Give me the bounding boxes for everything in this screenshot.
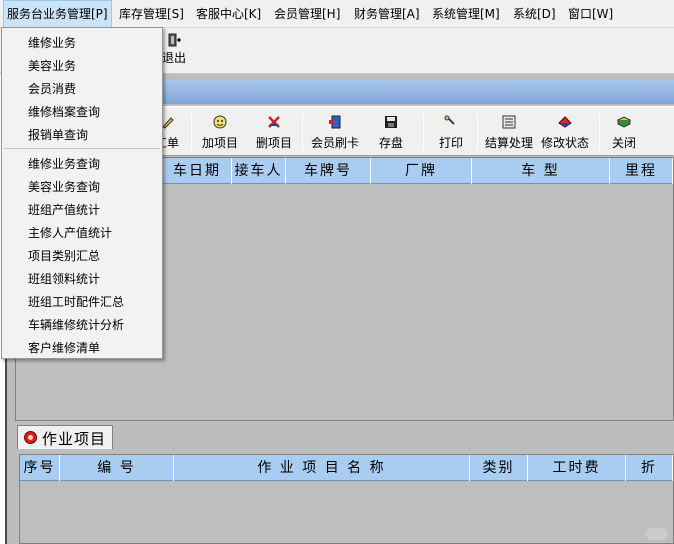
col-model[interactable]: 车 型 (472, 158, 610, 184)
menu-item-team-material-stats[interactable]: 班组领料统计 (28, 270, 100, 287)
status-icon (558, 116, 572, 128)
close-button[interactable]: 关闭 (604, 110, 644, 154)
menu-item-beauty-query[interactable]: 美容业务查询 (28, 178, 100, 195)
toolbar-separator (423, 113, 424, 151)
menu-item-claim-query[interactable]: 报销单查询 (28, 126, 88, 143)
change-status-label: 修改状态 (540, 136, 589, 150)
detail-grid-header: 序号 编 号 作 业 项 目 名 称 类别 工时费 折 (20, 455, 673, 481)
close-book-icon (616, 116, 632, 128)
member-card-button[interactable]: 会员刷卡 (307, 110, 363, 154)
menu-item-repair-business[interactable]: 维修业务 (28, 34, 76, 51)
menu-customer-service[interactable]: 客服中心[K] (193, 0, 264, 28)
settlement-button[interactable]: 结算处理 (481, 110, 537, 154)
menu-inventory[interactable]: 库存管理[S] (116, 0, 187, 28)
col-mileage[interactable]: 里程 (610, 158, 673, 184)
delete-x-icon (268, 116, 280, 128)
member-card-label: 会员刷卡 (310, 136, 359, 150)
toolbar-separator (191, 113, 192, 151)
menu-finance[interactable]: 财务管理[A] (351, 0, 423, 28)
toolbar-separator (599, 113, 600, 151)
close-label: 关闭 (611, 136, 636, 150)
watermark (646, 528, 668, 540)
menu-item-vehicle-repair-analysis[interactable]: 车辆维修统计分析 (28, 316, 124, 333)
menu-system[interactable]: 系统[D] (510, 0, 559, 28)
col-brand[interactable]: 厂牌 (371, 158, 472, 184)
tab-work-items[interactable]: 作业项目 (17, 425, 113, 449)
save-button[interactable]: 存盘 (371, 110, 411, 154)
tab-work-items-label: 作业项目 (42, 430, 107, 448)
menu-separator (4, 148, 160, 149)
print-icon (444, 115, 455, 125)
toolbar-separator (302, 113, 303, 151)
delete-item-button[interactable]: 删项目 (251, 110, 297, 154)
menu-item-team-output-stats[interactable]: 班组产值统计 (28, 201, 100, 218)
menu-item-beauty-business[interactable]: 美容业务 (28, 57, 76, 74)
menu-item-member-consumption[interactable]: 会员消费 (28, 80, 76, 97)
menu-window[interactable]: 窗口[W] (565, 0, 616, 28)
col-item-name[interactable]: 作 业 项 目 名 称 (174, 455, 470, 481)
col-labor-fee[interactable]: 工时费 (528, 455, 626, 481)
menu-item-repair-query[interactable]: 维修业务查询 (28, 155, 100, 172)
menu-system-management[interactable]: 系统管理[M] (429, 0, 503, 28)
add-item-button[interactable]: 加项目 (197, 110, 243, 154)
menu-item-category-summary[interactable]: 项目类别汇总 (28, 247, 100, 264)
settlement-label: 结算处理 (484, 136, 533, 150)
work-item-icon (24, 431, 37, 444)
menu-service-desk[interactable]: 服务台业务管理[P] (3, 0, 112, 28)
menu-member[interactable]: 会员管理[H] (271, 0, 343, 28)
add-item-label: 加项目 (201, 136, 238, 150)
col-receiver[interactable]: 接车人 (232, 158, 286, 184)
calculator-icon (502, 115, 516, 129)
col-plate-number[interactable]: 车牌号 (286, 158, 371, 184)
menu-item-lead-tech-output-stats[interactable]: 主修人产值统计 (28, 224, 112, 241)
save-label: 存盘 (378, 136, 403, 150)
col-code[interactable]: 编 号 (60, 455, 174, 481)
floppy-disk-icon (385, 116, 397, 128)
change-status-button[interactable]: 修改状态 (537, 110, 593, 154)
menu-item-team-hours-parts-summary[interactable]: 班组工时配件汇总 (28, 293, 124, 310)
col-category[interactable]: 类别 (470, 455, 528, 481)
exit-icon (168, 33, 181, 47)
add-item-icon (213, 115, 227, 129)
print-button[interactable]: 打印 (431, 110, 471, 154)
menu-bar: 服务台业务管理[P] 库存管理[S] 客服中心[K] 会员管理[H] 财务管理[… (0, 0, 674, 28)
col-discount[interactable]: 折 (626, 455, 673, 481)
col-seq[interactable]: 序号 (20, 455, 60, 481)
delete-item-label: 删项目 (255, 136, 292, 150)
service-desk-dropdown: 维修业务 美容业务 会员消费 维修档案查询 报销单查询 维修业务查询 美容业务查… (1, 27, 163, 359)
print-label: 打印 (438, 136, 463, 150)
card-icon (329, 115, 341, 129)
work-items-grid[interactable]: 序号 编 号 作 业 项 目 名 称 类别 工时费 折 (19, 454, 674, 544)
toolbar-separator (477, 113, 478, 151)
menu-item-repair-archive-query[interactable]: 维修档案查询 (28, 103, 100, 120)
menu-item-customer-repair-list[interactable]: 客户维修清单 (28, 339, 100, 356)
